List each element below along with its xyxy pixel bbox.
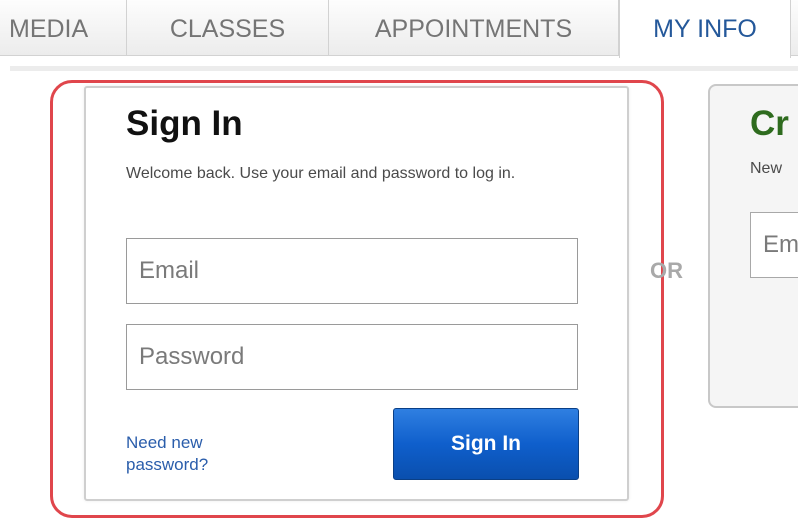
password-field[interactable]: [126, 324, 578, 390]
or-separator: OR: [650, 258, 683, 283]
tab-bar-divider: [10, 66, 798, 71]
tab-next-partial[interactable]: [791, 0, 798, 56]
create-account-email-field[interactable]: [750, 212, 798, 278]
sign-in-panel: Sign In Welcome back. Use your email and…: [84, 86, 629, 501]
create-account-panel: Cr New: [708, 84, 798, 408]
need-new-password-link[interactable]: Need new password?: [126, 432, 256, 476]
page: MEDIA CLASSES APPOINTMENTS MY INFO Sign …: [0, 0, 798, 520]
tab-media[interactable]: MEDIA: [0, 0, 127, 56]
email-field[interactable]: [126, 238, 578, 304]
sign-in-description: Welcome back. Use your email and passwor…: [126, 165, 516, 182]
top-tab-bar: MEDIA CLASSES APPOINTMENTS MY INFO: [0, 0, 798, 60]
tab-my-info[interactable]: MY INFO: [619, 0, 791, 58]
create-account-heading: Cr: [750, 104, 789, 143]
create-account-description: New: [750, 160, 783, 177]
tab-appointments[interactable]: APPOINTMENTS: [329, 0, 619, 56]
sign-in-heading: Sign In: [126, 104, 243, 143]
tab-classes[interactable]: CLASSES: [127, 0, 329, 56]
sign-in-button[interactable]: Sign In: [393, 408, 579, 480]
